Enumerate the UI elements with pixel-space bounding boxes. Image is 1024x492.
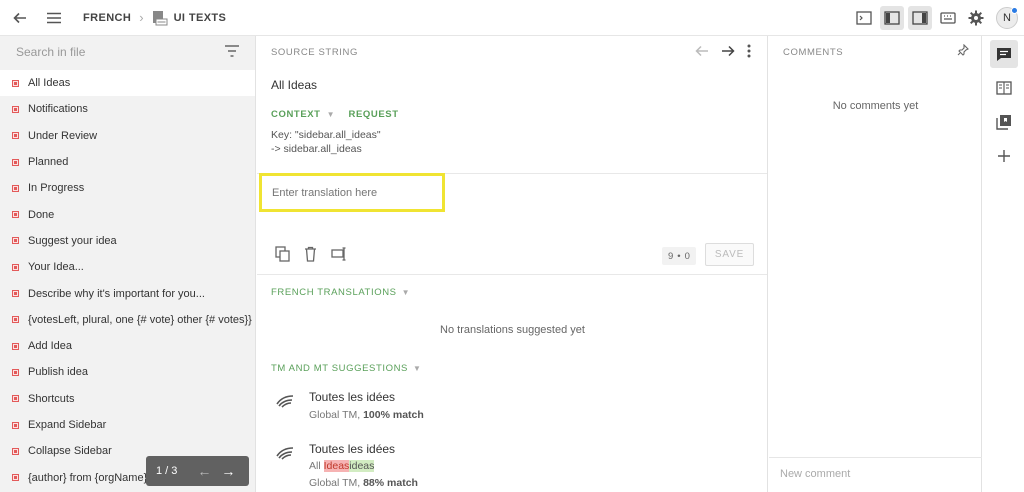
comments-panel: COMMENTS No comments yet New comment [769, 36, 982, 492]
search-placeholder: Search in file [16, 45, 86, 59]
avatar-initial: N [1003, 12, 1011, 24]
list-item[interactable]: In Progress [0, 175, 255, 201]
list-item[interactable]: Planned [0, 149, 255, 175]
side-tool-strip [983, 36, 1024, 492]
string-list-panel: Search in file All Ideas Notifications U… [0, 36, 256, 492]
editor-panel: SOURCE STRING All Ideas CONTEXT ▼ REQUES… [257, 36, 768, 492]
book-icon[interactable] [990, 74, 1018, 102]
suggestion-diff: All Ideasideas [309, 460, 375, 472]
next-page-icon[interactable]: → [221, 463, 235, 479]
suggestion-meta: Global TM, 100% match [309, 409, 424, 421]
tm-suggestion[interactable]: Toutes les idées Global TM, 100% match [275, 390, 424, 421]
untranslated-icon [12, 263, 19, 271]
save-button[interactable]: SAVE [705, 243, 754, 266]
key-line: Key: "sidebar.all_ideas" [271, 129, 381, 141]
notification-dot [1011, 7, 1018, 14]
prev-string-icon[interactable] [695, 45, 709, 60]
untranslated-icon [12, 395, 19, 403]
char-count: 9 • 0 [662, 247, 696, 265]
untranslated-icon [12, 474, 19, 482]
french-translations-title[interactable]: FRENCH TRANSLATIONS [271, 287, 397, 298]
untranslated-icon [12, 316, 19, 324]
untranslated-icon [12, 368, 19, 376]
list-item[interactable]: Under Review [0, 123, 255, 149]
suggestion-text: Toutes les idées [309, 390, 396, 404]
global-tm-icon [275, 392, 295, 412]
list-item[interactable]: Done [0, 201, 255, 227]
source-string-title: SOURCE STRING [271, 47, 358, 58]
list-item[interactable]: All Ideas [0, 70, 255, 97]
pager: 1 / 3 ← → [146, 456, 249, 486]
filter-icon[interactable] [225, 45, 239, 60]
trash-icon[interactable] [304, 246, 317, 265]
no-translations-message: No translations suggested yet [440, 324, 585, 336]
untranslated-icon [12, 105, 19, 113]
no-comments-message: No comments yet [832, 100, 919, 112]
list-item[interactable]: {votesLeft, plural, one {# vote} other {… [0, 307, 255, 333]
list-item[interactable]: Expand Sidebar [0, 412, 255, 438]
suggestion-meta: Global TM, 88% match [309, 477, 418, 489]
list-item[interactable]: Shortcuts [0, 386, 255, 412]
untranslated-icon [12, 290, 19, 298]
untranslated-icon [12, 132, 19, 140]
right-panel-toggle-icon[interactable] [908, 6, 932, 30]
copy-source-icon[interactable] [275, 246, 290, 265]
file-icon [152, 10, 168, 26]
untranslated-icon [12, 184, 19, 192]
left-panel-toggle-icon[interactable] [880, 6, 904, 30]
text-format-icon[interactable] [331, 246, 347, 265]
list-item[interactable]: Publish idea [0, 359, 255, 385]
gear-icon[interactable] [964, 6, 988, 30]
untranslated-icon [12, 158, 19, 166]
list-item[interactable]: Describe why it's important for you... [0, 280, 255, 306]
next-string-icon[interactable] [721, 45, 735, 60]
untranslated-icon [12, 447, 19, 455]
keyboard-icon[interactable] [936, 6, 960, 30]
list-item[interactable]: Add Idea [0, 333, 255, 359]
add-icon[interactable] [990, 142, 1018, 170]
search-input[interactable]: Search in file [0, 36, 255, 68]
glossary-icon[interactable] [990, 108, 1018, 136]
path-line: -> sidebar.all_ideas [271, 143, 362, 155]
translation-input[interactable] [259, 173, 445, 212]
comments-icon[interactable] [989, 40, 1018, 68]
list-item[interactable]: Notifications [0, 96, 255, 122]
breadcrumb-file[interactable]: UI TEXTS [174, 12, 227, 24]
terminal-icon[interactable] [852, 6, 876, 30]
chevron-right-icon: › [139, 10, 144, 25]
tm-suggestions-title[interactable]: TM AND MT SUGGESTIONS [271, 363, 408, 374]
divider [257, 274, 767, 275]
request-tab[interactable]: REQUEST [349, 109, 399, 120]
suggestion-text: Toutes les idées [309, 442, 396, 456]
pin-icon[interactable] [957, 43, 969, 59]
top-bar: FRENCH › UI TEXTS N [0, 0, 1024, 36]
context-tab[interactable]: CONTEXT [271, 109, 321, 120]
chevron-down-icon[interactable]: ▼ [413, 364, 421, 373]
untranslated-icon [12, 79, 19, 87]
chevron-down-icon[interactable]: ▼ [327, 110, 335, 119]
tm-suggestion[interactable]: Toutes les idées All Ideasideas Global T… [275, 442, 418, 489]
avatar[interactable]: N [996, 7, 1018, 29]
pager-label: 1 / 3 [156, 465, 178, 477]
list-item[interactable]: Suggest your idea [0, 228, 255, 254]
string-list: All Ideas Notifications Under Review Pla… [0, 68, 255, 491]
chevron-down-icon[interactable]: ▼ [402, 288, 410, 297]
breadcrumb-project[interactable]: FRENCH [83, 12, 131, 24]
prev-page-icon[interactable]: ← [197, 463, 211, 479]
untranslated-icon [12, 421, 19, 429]
source-text: All Ideas [271, 78, 318, 92]
context-key: Key: "sidebar.all_ideas" -> sidebar.all_… [271, 128, 381, 156]
back-arrow-icon[interactable] [8, 6, 32, 30]
comments-title: COMMENTS [783, 47, 844, 58]
global-tm-icon [275, 444, 295, 464]
more-options-icon[interactable] [747, 44, 751, 61]
menu-icon[interactable] [42, 6, 66, 30]
untranslated-icon [12, 342, 19, 350]
list-item[interactable]: Your Idea... [0, 254, 255, 280]
untranslated-icon [12, 211, 19, 219]
untranslated-icon [12, 237, 19, 245]
new-comment-input[interactable]: New comment [769, 457, 982, 492]
